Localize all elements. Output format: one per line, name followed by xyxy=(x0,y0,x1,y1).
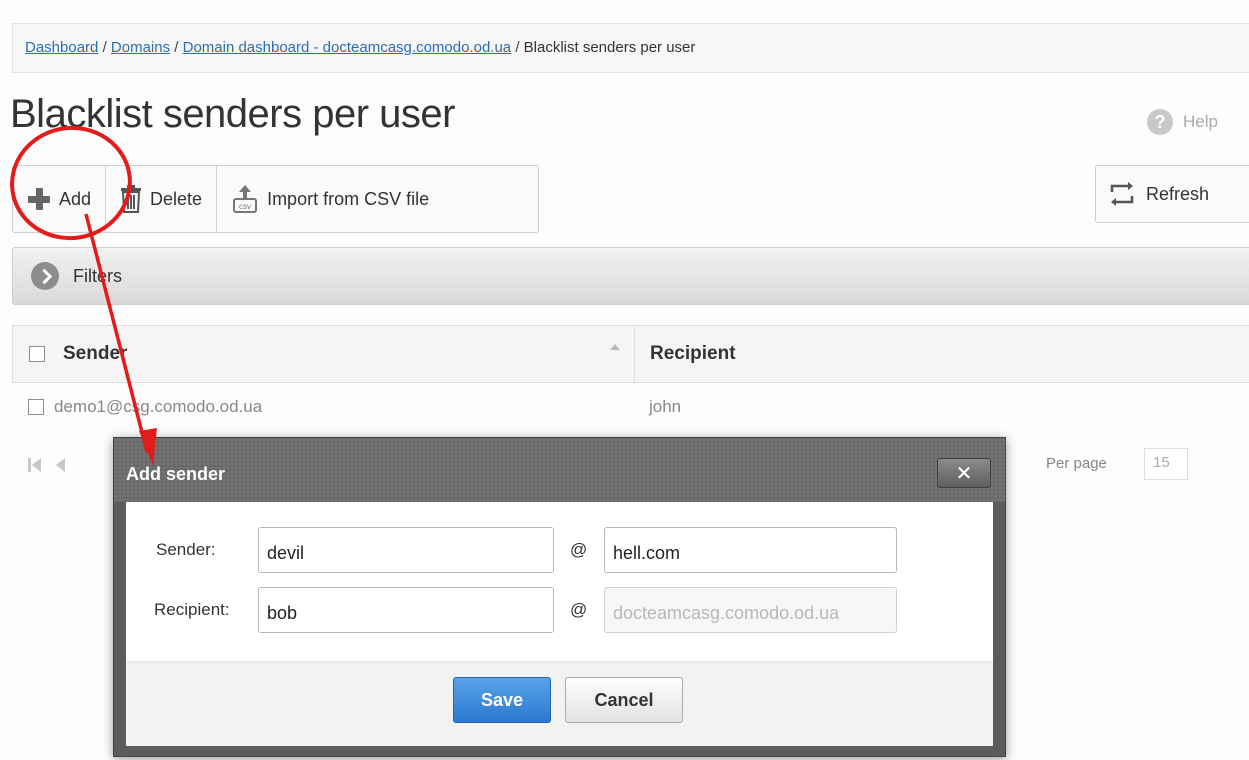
page-title: Blacklist senders per user xyxy=(10,92,455,136)
pager-prev-icon[interactable] xyxy=(56,458,65,472)
sender-label: Sender: xyxy=(156,540,216,559)
add-button[interactable]: Add xyxy=(13,166,107,232)
breadcrumb: Dashboard / Domains / Domain dashboard -… xyxy=(12,23,1249,73)
toolbar: Add Delete csv Import from CSV file xyxy=(12,165,539,233)
close-icon: ✕ xyxy=(955,462,973,485)
sender-at-symbol: @ xyxy=(570,540,588,559)
refresh-label: Refresh xyxy=(1146,183,1210,204)
row-sender-cell: demo1@csg.comodo.od.ua xyxy=(12,397,635,417)
recipient-label: Recipient: xyxy=(154,600,230,619)
import-csv-label: Import from CSV file xyxy=(267,188,430,209)
dialog-body: Sender: @ Recipient: @ xyxy=(126,502,993,661)
row-checkbox[interactable] xyxy=(28,399,44,415)
add-button-label: Add xyxy=(59,188,92,209)
plus-icon xyxy=(27,187,51,211)
dialog-footer: Save Cancel xyxy=(126,661,993,746)
column-header-recipient[interactable]: Recipient xyxy=(636,326,1249,382)
save-button[interactable]: Save xyxy=(453,677,551,723)
refresh-button[interactable]: Refresh xyxy=(1095,165,1249,223)
import-csv-button[interactable]: csv Import from CSV file xyxy=(217,166,443,232)
dialog-title: Add sender xyxy=(126,464,226,484)
refresh-icon xyxy=(1110,182,1134,206)
dialog-close-button[interactable]: ✕ xyxy=(937,458,991,488)
table-header: Sender Recipient xyxy=(12,325,1249,383)
svg-text:csv: csv xyxy=(239,202,251,211)
column-header-sender-label: Sender xyxy=(63,343,128,364)
breadcrumb-link-dashboard[interactable]: Dashboard xyxy=(25,39,98,56)
breadcrumb-separator: / xyxy=(102,39,107,56)
breadcrumb-current: Blacklist senders per user xyxy=(523,39,696,56)
dialog-titlebar[interactable]: Add sender ✕ xyxy=(114,438,1005,502)
filters-label: Filters xyxy=(73,265,122,286)
breadcrumb-separator: / xyxy=(515,39,520,56)
sender-local-input[interactable] xyxy=(258,527,554,573)
filters-panel-toggle[interactable]: Filters xyxy=(12,247,1249,305)
delete-button[interactable]: Delete xyxy=(106,166,218,232)
add-sender-dialog: Add sender ✕ Sender: @ Recipient: @ Save… xyxy=(113,437,1006,757)
recipient-local-input[interactable] xyxy=(258,587,554,633)
row-recipient-value: john xyxy=(649,397,682,416)
csv-icon: csv xyxy=(233,185,258,213)
sort-icon xyxy=(610,344,620,350)
cancel-button[interactable]: Cancel xyxy=(565,677,683,723)
column-header-sender[interactable]: Sender xyxy=(13,326,635,382)
sender-domain-input[interactable] xyxy=(604,527,897,573)
help-label: Help xyxy=(1183,112,1218,131)
chevron-circle-icon xyxy=(31,262,59,290)
row-sender-value: demo1@csg.comodo.od.ua xyxy=(54,397,263,416)
help-link[interactable]: ? Help xyxy=(1147,109,1218,135)
help-icon: ? xyxy=(1147,109,1173,135)
trash-icon xyxy=(121,185,142,213)
recipient-domain-input xyxy=(604,587,897,633)
per-page-label: Per page xyxy=(1046,455,1107,472)
page: Dashboard / Domains / Domain dashboard -… xyxy=(0,0,1249,760)
table-row[interactable]: demo1@csg.comodo.od.ua john xyxy=(12,384,1249,430)
breadcrumb-separator: / xyxy=(174,39,179,56)
select-all-checkbox[interactable] xyxy=(29,346,45,362)
delete-button-label: Delete xyxy=(150,188,203,209)
per-page-select[interactable]: 15 xyxy=(1144,448,1188,480)
column-header-recipient-label: Recipient xyxy=(650,343,736,364)
breadcrumb-link-domains[interactable]: Domains xyxy=(111,39,170,56)
recipient-at-symbol: @ xyxy=(570,600,588,619)
breadcrumb-link-domain-dashboard[interactable]: Domain dashboard - docteamcasg.comodo.od… xyxy=(183,39,512,56)
pager-first-icon[interactable] xyxy=(28,458,42,472)
